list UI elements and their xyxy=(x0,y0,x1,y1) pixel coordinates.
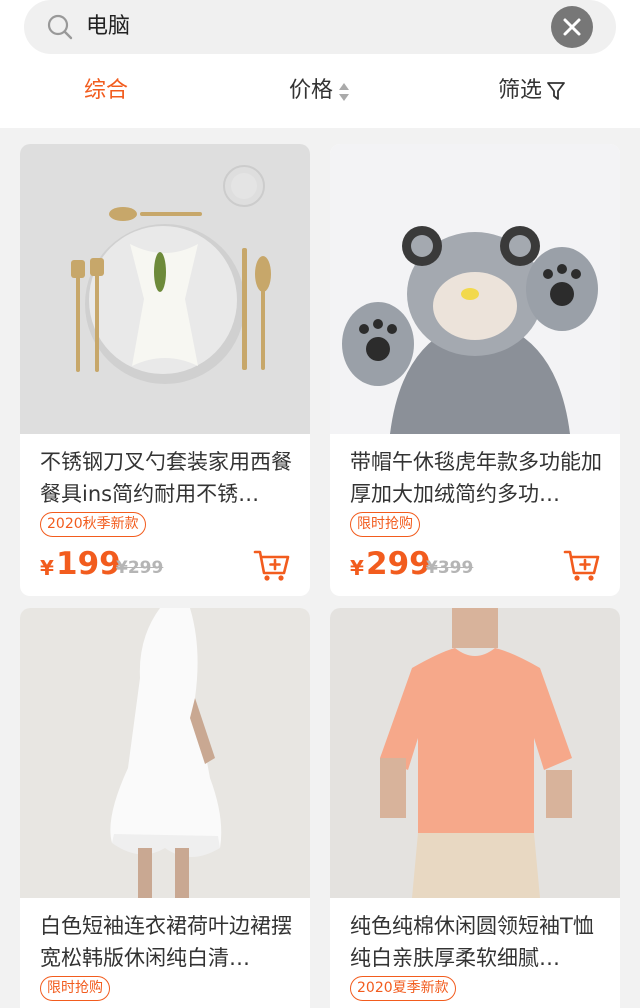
peach-tshirt-image xyxy=(330,608,620,898)
add-to-cart-icon[interactable] xyxy=(562,544,602,584)
product-title: 带帽午休毯虎年款多功能加厚加大加绒简约多功… xyxy=(350,450,602,506)
product-image[interactable] xyxy=(330,144,620,434)
tab-price[interactable]: 价格 xyxy=(289,58,349,124)
product-tag: 2020夏季新款 xyxy=(350,976,456,1001)
product-card[interactable]: 纯色纯棉休闲圆领短袖T恤纯白亲肤厚柔软细腻… 2020夏季新款 xyxy=(330,608,620,1008)
product-card[interactable]: 白色短袖连衣裙荷叶边裙摆宽松韩版休闲纯白清… 限时抢购 xyxy=(20,608,310,1008)
product-title: 白色短袖连衣裙荷叶边裙摆宽松韩版休闲纯白清… xyxy=(40,914,292,970)
product-image[interactable] xyxy=(20,608,310,898)
search-input[interactable] xyxy=(86,0,546,54)
original-price: ¥299 xyxy=(116,558,164,578)
close-icon xyxy=(563,18,581,36)
product-price: 199 xyxy=(56,546,121,582)
tab-filter[interactable]: 筛选 xyxy=(498,58,565,124)
tab-filter-label: 筛选 xyxy=(498,78,543,103)
currency-symbol: ¥ xyxy=(350,556,364,580)
sort-tabs: 综合 价格 筛选 xyxy=(0,58,640,124)
product-title: 纯色纯棉休闲圆领短袖T恤纯白亲肤厚柔软细腻… xyxy=(350,914,594,970)
tab-comprehensive-label: 综合 xyxy=(84,78,129,103)
product-card[interactable]: 不锈钢刀叉勺套装家用西餐餐具ins简约耐用不锈… 2020秋季新款 ¥ 199 … xyxy=(20,144,310,596)
clear-button[interactable] xyxy=(551,6,593,48)
sort-arrows-icon xyxy=(339,83,349,101)
search-icon xyxy=(47,14,73,40)
tab-price-label: 价格 xyxy=(289,78,334,103)
search-bar[interactable] xyxy=(24,0,616,54)
product-price: 299 xyxy=(366,546,431,582)
product-card[interactable]: 带帽午休毯虎年款多功能加厚加大加绒简约多功… 限时抢购 ¥ 299 ¥399 xyxy=(330,144,620,596)
product-title: 不锈钢刀叉勺套装家用西餐餐具ins简约耐用不锈… xyxy=(40,450,292,506)
product-tag: 限时抢购 xyxy=(40,976,110,1001)
product-tag: 2020秋季新款 xyxy=(40,512,146,537)
currency-symbol: ¥ xyxy=(40,556,54,580)
product-tag: 限时抢购 xyxy=(350,512,420,537)
filter-icon xyxy=(547,82,565,100)
add-to-cart-icon[interactable] xyxy=(252,544,292,584)
product-image[interactable] xyxy=(330,608,620,898)
header: 综合 价格 筛选 xyxy=(0,0,640,128)
cutlery-set-image xyxy=(20,144,310,434)
tiger-blanket-image xyxy=(330,144,620,434)
white-dress-image xyxy=(20,608,310,898)
product-image[interactable] xyxy=(20,144,310,434)
tab-comprehensive[interactable]: 综合 xyxy=(84,58,128,124)
original-price: ¥399 xyxy=(426,558,474,578)
